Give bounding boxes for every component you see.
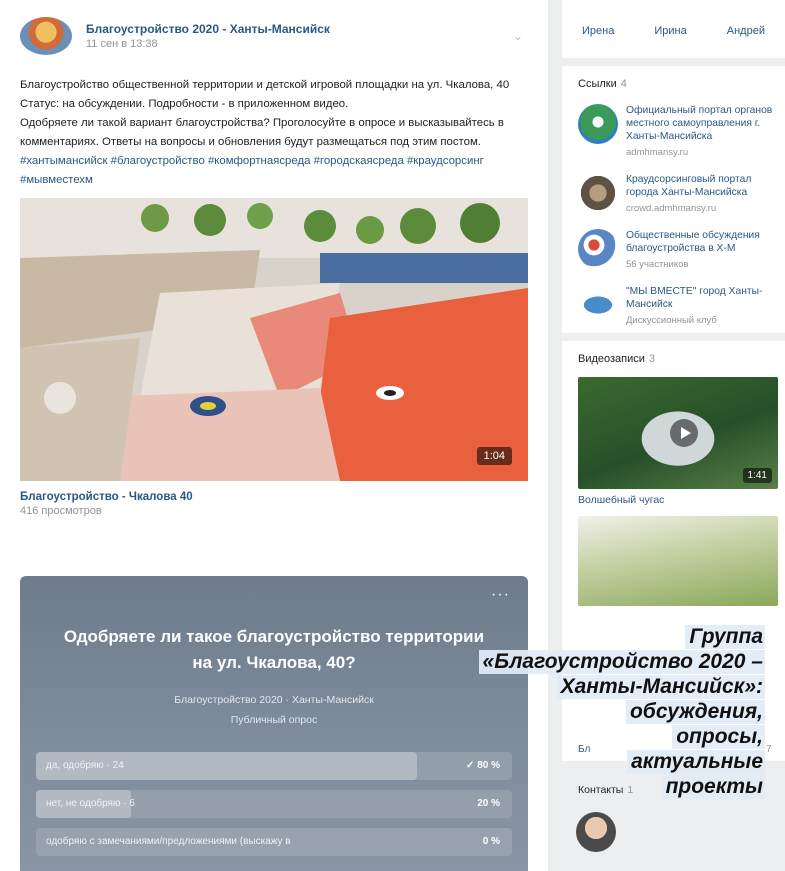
- link-body: "МЫ ВМЕСТЕ" город Ханты-Мансийск Дискусс…: [626, 285, 777, 327]
- friend-link[interactable]: Ирина: [654, 25, 686, 37]
- link-item[interactable]: Краудсорсинговый портал города Ханты-Ман…: [578, 173, 777, 215]
- poll-option[interactable]: да, одобряю · 24 ✓ 80 %: [36, 752, 512, 780]
- link-title[interactable]: Официальный портал органов местного само…: [626, 104, 777, 143]
- caption-line: актуальные: [627, 750, 765, 774]
- links-header-label: Ссылки: [578, 78, 617, 90]
- video-duration: 1:41: [742, 468, 772, 483]
- contact-avatar[interactable]: [576, 812, 616, 852]
- post-text: Благоустройство общественной территории …: [20, 76, 530, 190]
- poll-option-label: да, одобряю · 24: [46, 760, 124, 771]
- link-sub: 56 участников: [626, 259, 689, 270]
- video-thumbnail-image: [20, 198, 528, 481]
- group-name-link[interactable]: Благоустройство 2020 - Ханты-Мансийск: [86, 22, 506, 36]
- discussions-logo-icon: [578, 229, 618, 269]
- poll-author[interactable]: Благоустройство 2020 · Ханты-Мансийск: [20, 694, 528, 706]
- play-icon[interactable]: [670, 419, 698, 447]
- poll-option-label: одобряю с замечаниями/предложениями (выс…: [46, 836, 291, 847]
- videos-header[interactable]: Видеозаписи 3: [578, 353, 777, 365]
- caption-line: обсуждения,: [625, 700, 765, 724]
- caption-line: Группа: [685, 625, 765, 649]
- chevron-down-icon[interactable]: ⌄: [506, 29, 530, 43]
- poll-question: Одобряете ли такое благоустройство терри…: [63, 627, 485, 672]
- post-text-line: Благоустройство общественной территории …: [20, 79, 510, 91]
- check-icon: ✓: [466, 760, 475, 771]
- caption-line: проекты: [661, 775, 765, 799]
- link-item[interactable]: "МЫ ВМЕСТЕ" город Ханты-Мансийск Дискусс…: [578, 285, 777, 327]
- video-title-link[interactable]: Благоустройство - Чкалова 40: [20, 491, 530, 503]
- link-sub: Дискуссионный клуб: [626, 315, 717, 326]
- link-body: Официальный портал органов местного само…: [626, 104, 777, 159]
- link-sub: crowd.admhmansy.ru: [626, 203, 717, 214]
- poll-option-label: нет, не одобряю · 6: [46, 798, 135, 809]
- wall-post: Благоустройство 2020 - Ханты-Мансийск 11…: [0, 0, 548, 871]
- link-title[interactable]: Общественные обсуждения благоустройства …: [626, 229, 777, 255]
- poll-option[interactable]: нет, не одобряю · 6 20 %: [36, 790, 512, 818]
- poll: ··· Одобряете ли такое благоустройство т…: [20, 576, 528, 871]
- link-title[interactable]: Краудсорсинговый портал города Ханты-Ман…: [626, 173, 777, 199]
- post-header-text: Благоустройство 2020 - Ханты-Мансийск 11…: [86, 22, 506, 50]
- links-block: Ссылки 4 Официальный портал органов местн…: [562, 66, 785, 333]
- more-icon[interactable]: ···: [491, 586, 510, 604]
- link-body: Краудсорсинговый портал города Ханты-Ман…: [626, 173, 777, 215]
- link-item[interactable]: Официальный портал органов местного само…: [578, 104, 777, 159]
- poll-option-percent: 20 %: [477, 798, 500, 809]
- friend-link[interactable]: Андрей: [727, 25, 765, 37]
- caption-line: Ханты-Мансийск»:: [556, 675, 765, 699]
- video-duration: 1:04: [476, 447, 512, 465]
- group-avatar[interactable]: [20, 17, 72, 55]
- post-text-line: Статус: на обсуждении. Подробности - в п…: [20, 98, 349, 110]
- link-body: Общественные обсуждения благоустройства …: [626, 229, 777, 271]
- club-logo-icon: [578, 285, 618, 325]
- link-sub: admhmansy.ru: [626, 147, 689, 158]
- post-text-line: Одобряете ли такой вариант благоустройст…: [20, 117, 504, 148]
- link-item[interactable]: Общественные обсуждения благоустройства …: [578, 229, 777, 271]
- caption-line: «Благоустройство 2020 –: [478, 650, 765, 674]
- post-date[interactable]: 11 сен в 13:38: [86, 38, 506, 50]
- post-header: Благоустройство 2020 - Ханты-Мансийск 11…: [20, 10, 530, 62]
- poll-option[interactable]: одобряю с замечаниями/предложениями (выс…: [36, 828, 512, 856]
- video-views: 416 просмотров: [20, 505, 102, 517]
- post-video[interactable]: 1:04: [20, 198, 528, 481]
- crowdsourcing-logo-icon: [578, 173, 618, 213]
- friends-row: Ирена Ирина Андрей: [562, 0, 785, 58]
- caption-overlay: Группа «Благоустройство 2020 – Ханты-Ман…: [478, 624, 765, 799]
- post-hashtags[interactable]: #хантымансийск #благоустройство #комфорт…: [20, 152, 530, 190]
- portal-logo-icon: [578, 104, 618, 144]
- friend-link[interactable]: Ирена: [582, 25, 614, 37]
- poll-option-percent: 0 %: [482, 836, 500, 847]
- poll-type: Публичный опрос: [230, 714, 318, 726]
- link-title[interactable]: "МЫ ВМЕСТЕ" город Ханты-Мансийск: [626, 285, 777, 311]
- links-header[interactable]: Ссылки 4: [578, 78, 777, 90]
- video-views: 7: [766, 744, 772, 755]
- video-name-link[interactable]: Волшебный чугас: [578, 494, 777, 506]
- videos-header-label: Видеозаписи: [578, 353, 645, 365]
- caption-line: опросы,: [672, 725, 765, 749]
- links-count: 4: [620, 78, 627, 90]
- video-thumbnail[interactable]: [578, 516, 778, 606]
- videos-count: 3: [648, 353, 656, 365]
- video-thumbnail[interactable]: 1:41: [578, 377, 778, 489]
